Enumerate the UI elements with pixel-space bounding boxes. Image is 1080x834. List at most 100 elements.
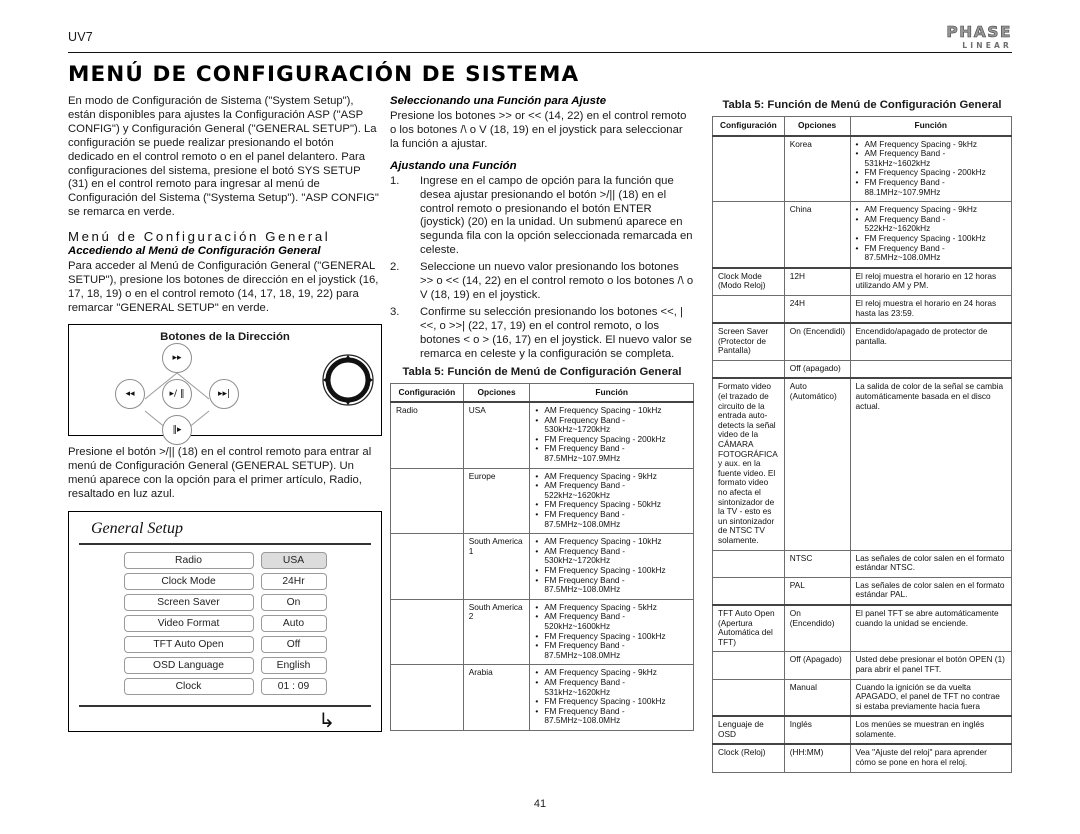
general-setup-row[interactable]: Clock 01 : 09: [69, 678, 381, 696]
dpad-left-button[interactable]: ◂◂: [115, 378, 145, 409]
setup-item-value[interactable]: 01 : 09: [260, 678, 327, 696]
step-item: 2. Seleccione un nuevo valor presionando …: [390, 261, 694, 303]
cell-opciones: On (Encendidi): [783, 322, 851, 361]
cell-configuracion: [712, 549, 785, 578]
cell-funcion: Usted debe presionar el botón OPEN (1) p…: [849, 651, 1013, 680]
function-bullet: FM Frequency Band - 87.5MHz~107.9MHz: [535, 444, 689, 463]
document-page: UV7 PHASE LINEAR MENÚ DE CONFIGURACIÓN D…: [0, 0, 1080, 834]
table-row: 24H El reloj muestra el horario en 24 hor…: [712, 294, 1013, 324]
cell-opciones: Inglés: [783, 715, 851, 745]
direction-buttons-caption: Botones de la Dirección: [160, 330, 290, 343]
header-divider: [68, 52, 1012, 54]
cell-funcion: El reloj muestra el horario en 12 horas …: [849, 266, 1013, 296]
function-bullet: AM Frequency Band - 530kHz~1720kHz: [535, 415, 689, 435]
cell-configuracion: [712, 359, 785, 379]
table-row: Formato video (el trazado de circuito de…: [712, 377, 1013, 551]
right-column: Tabla 5: Función de Menú de Configuració…: [712, 95, 1013, 773]
setup-item-label[interactable]: Screen Saver: [123, 594, 254, 612]
cell-configuracion: [712, 651, 785, 680]
table-row: Screen Saver (Protector de Pantalla) On (…: [712, 322, 1013, 361]
th-funcion: Función: [529, 382, 694, 404]
direction-buttons-figure: Botones de la Dirección ▸▸ ◂◂ ▸/ ‖ ▸▸| ‖…: [68, 323, 382, 445]
table-row: Clock (Reloj) (HH:MM) Vea "Ajuste del relo…: [712, 743, 1013, 773]
setup-item-label[interactable]: TFT Auto Open: [123, 636, 254, 654]
cell-funcion: [849, 359, 1013, 379]
setup-item-value[interactable]: English: [260, 657, 327, 675]
accessing-paragraph: Para acceder al Menú de Configuración Ge…: [68, 260, 379, 314]
dpad-up-button[interactable]: ▸▸: [162, 342, 192, 373]
cell-funcion: Las señales de color salen en el formato…: [849, 549, 1013, 578]
general-setup-row[interactable]: Clock Mode 24Hr: [69, 573, 381, 591]
dpad-center-button[interactable]: ▸/ ‖: [162, 378, 192, 409]
dpad-down-button[interactable]: ‖▸: [162, 414, 192, 445]
brand-logo-sub: LINEAR: [962, 40, 1012, 50]
table-row: South America 2AM Frequency Spacing - 5k…: [390, 598, 694, 666]
step-item: 3. Confirme su selección presionando los …: [390, 306, 694, 362]
table-row: ChinaAM Frequency Spacing - 9kHzAM Frequ…: [712, 201, 1013, 269]
function-bullet-list: AM Frequency Spacing - 10kHzAM Frequency…: [535, 405, 689, 464]
setup-item-value[interactable]: Off: [260, 636, 327, 654]
cell-opciones: Korea: [783, 135, 851, 203]
right-table-caption: Tabla 5: Función de Menú de Configuració…: [722, 99, 1002, 111]
cell-funcion: AM Frequency Spacing - 10kHzAM Frequency…: [529, 533, 694, 600]
function-bullet: AM Frequency Band - 530kHz~1720kHz: [535, 546, 689, 566]
brand-logo: PHASE LINEAR: [946, 23, 1012, 50]
cell-opciones: Auto (Automático): [783, 377, 851, 551]
step-text: Confirme su selección presionando los bo…: [420, 305, 692, 360]
cell-configuracion: Radio: [390, 401, 464, 469]
brand-logo-main: PHASE: [946, 23, 1012, 41]
back-arrow-icon[interactable]: ↳: [318, 708, 335, 732]
function-bullet-list: AM Frequency Spacing - 5kHzAM Frequency …: [535, 602, 689, 661]
setup-item-label[interactable]: OSD Language: [123, 657, 254, 675]
cell-configuracion: TFT Auto Open (Apertura Automática del T…: [712, 603, 785, 653]
table-row: RadioUSAAM Frequency Spacing - 10kHzAM F…: [390, 401, 694, 469]
general-setup-functions-table: Configuración Opciones Función KoreaAM F…: [712, 115, 1013, 773]
setup-item-label[interactable]: Clock: [123, 678, 254, 696]
setup-item-value[interactable]: USA: [260, 552, 327, 570]
general-setup-row[interactable]: OSD Language English: [69, 657, 381, 675]
cell-configuracion: [712, 678, 785, 717]
step-item: 1. Ingrese en el campo de opción para la …: [390, 175, 694, 258]
cell-funcion: AM Frequency Spacing - 9kHzAM Frequency …: [529, 664, 694, 731]
table-row: Lenguaje de OSD Inglés Los menúes se muest…: [712, 715, 1013, 745]
cell-opciones: South America 1: [462, 533, 531, 600]
step-number: 2.: [390, 261, 400, 274]
setup-item-label[interactable]: Video Format: [123, 615, 254, 633]
model-label: UV7: [68, 30, 93, 44]
setup-item-value[interactable]: Auto: [260, 615, 327, 633]
general-setup-row[interactable]: Radio USA: [69, 552, 381, 570]
general-setup-row[interactable]: Screen Saver On: [69, 594, 381, 612]
cell-opciones: Off (Apagado): [783, 651, 851, 680]
table-row: Manual Cuando la ignición se da vuelta AP…: [712, 678, 1013, 717]
function-bullet: AM Frequency Band - 531kHz~1602kHz: [856, 148, 1007, 168]
cell-funcion: Los menúes se muestran en inglés solamen…: [849, 715, 1013, 745]
subheading-adjusting-function: Ajustando una Función: [390, 159, 517, 172]
setup-item-value[interactable]: 24Hr: [260, 573, 327, 591]
setup-item-value[interactable]: On: [260, 594, 327, 612]
setup-item-label[interactable]: Radio: [123, 552, 254, 570]
cell-opciones: (HH:MM): [783, 743, 851, 773]
cell-configuracion: Formato video (el trazado de circuito de…: [712, 377, 785, 551]
step-text: Ingrese en el campo de opción para la fu…: [420, 174, 693, 257]
function-bullet: FM Frequency Band - 87.5MHz~108.0MHz: [535, 509, 689, 529]
table-row: PAL Las señales de color salen en el form…: [712, 576, 1013, 606]
cell-configuracion: Screen Saver (Protector de Pantalla): [712, 322, 785, 361]
setup-item-label[interactable]: Clock Mode: [123, 573, 254, 591]
general-setup-row[interactable]: Video Format Auto: [69, 615, 381, 633]
cell-opciones: Manual: [783, 678, 851, 717]
th-opciones: Opciones: [783, 115, 851, 137]
function-bullet: AM Frequency Band - 520kHz~1600kHz: [535, 612, 689, 631]
cell-opciones: NTSC: [783, 549, 851, 578]
cell-opciones: Europe: [462, 467, 531, 535]
table-row: South America 1AM Frequency Spacing - 10…: [390, 533, 694, 600]
cell-configuracion: Clock Mode (Modo Reloj): [712, 266, 785, 296]
section-heading-general-menu: Menú de Configuración General: [68, 229, 331, 245]
cell-configuracion: Lenguaje de OSD: [712, 715, 785, 745]
cell-funcion: AM Frequency Spacing - 9kHzAM Frequency …: [849, 135, 1013, 203]
general-setup-row[interactable]: TFT Auto Open Off: [69, 636, 381, 654]
cell-opciones: Off (apagado): [783, 359, 851, 379]
function-bullet: AM Frequency Band - 522kHz~1620kHz: [535, 480, 689, 500]
cell-opciones: 24H: [783, 294, 851, 324]
table-row: EuropeAM Frequency Spacing - 9kHzAM Freq…: [390, 467, 694, 535]
dpad-right-button[interactable]: ▸▸|: [209, 378, 239, 409]
